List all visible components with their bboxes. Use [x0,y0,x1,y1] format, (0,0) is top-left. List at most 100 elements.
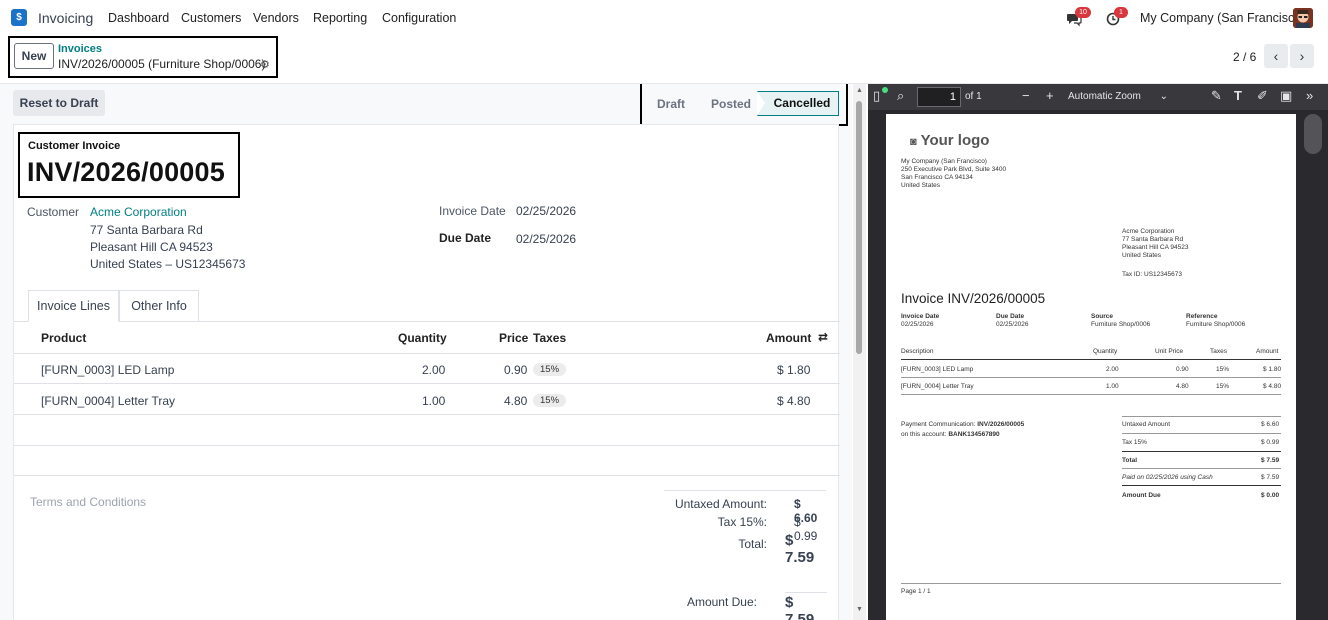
col-amount[interactable]: Amount [766,331,811,345]
stage-cancelled[interactable]: Cancelled [757,91,839,116]
table-row[interactable]: [FURN_0004] Letter Tray 1.00 4.80 15% $ … [14,385,840,415]
table-row-empty[interactable] [14,446,840,476]
line-amount: $ 4.80 [777,394,811,408]
pdf-company-line: 250 Executive Park Blvd, Suite 3400 [901,166,1007,173]
pdf-table-rule [901,359,1281,360]
line-price[interactable]: 4.80 [504,394,527,408]
pdf-summary-value: $ 7.59 [1261,474,1280,481]
form-sheet: Customer Invoice INV/2026/00005 Customer… [13,124,840,620]
status-highlight-box: Draft Posted Cancelled [640,84,848,126]
pdf-toolbar: ▯ ⌕ of 1 − + Automatic Zoom ⌄ ✎ T ✐ ▣ » [868,84,1328,110]
form-scrollbar-thumb[interactable] [856,101,862,354]
pdf-summary-label: Paid on 02/25/2026 using Cash [1122,474,1213,481]
pager-next-button[interactable]: › [1290,44,1314,68]
control-panel: New Invoices INV/2026/00005 (Furniture S… [0,36,1328,84]
amount-due-label: Amount Due: [686,595,757,609]
pdf-payment-comm-value: INV/2026/00005 [977,421,1025,428]
breadcrumb-current-record: INV/2026/00005 (Furniture Shop/0006) [58,57,266,71]
gear-icon[interactable]: ⚙ [260,58,270,71]
menu-reporting[interactable]: Reporting [313,11,367,25]
form-tabs: Invoice Lines Other Info [14,290,840,322]
line-tax-badge[interactable]: 15% [533,394,567,407]
zoom-in-icon[interactable]: + [1046,89,1054,103]
pdf-footer-rule [901,583,1281,584]
col-product[interactable]: Product [41,331,86,345]
due-date-field[interactable]: 02/25/2026 [516,232,576,246]
activities-button[interactable]: 1 [1106,7,1130,28]
table-row-empty[interactable] [14,416,840,446]
pdf-summary-rule [1122,451,1281,452]
messages-button[interactable]: 10 [1066,7,1094,28]
breadcrumb-highlight-box: New Invoices INV/2026/00005 (Furniture S… [8,36,278,78]
image-icon[interactable]: ▣ [1280,89,1292,103]
table-row[interactable]: [FURN_0003] LED Lamp 2.00 0.90 15% $ 1.8… [14,354,840,384]
line-product[interactable]: [FURN_0004] Letter Tray [41,394,175,408]
line-tax-badge[interactable]: 15% [533,363,567,376]
pdf-info-value: 02/25/2026 [996,321,1029,328]
pager-value[interactable]: 2 / 6 [1233,50,1256,64]
col-price[interactable]: Price [499,331,528,345]
line-product[interactable]: [FURN_0003] LED Lamp [41,363,174,377]
col-quantity[interactable]: Quantity [398,331,447,345]
col-taxes[interactable]: Taxes [533,331,566,345]
menu-dashboard[interactable]: Dashboard [108,11,169,25]
pdf-scrollbar[interactable] [1298,110,1328,620]
chevron-left-icon: ‹ [1273,48,1279,64]
pdf-info-value: Furniture Shop/0006 [1091,321,1151,328]
stage-posted[interactable]: Posted [711,92,751,117]
menu-configuration[interactable]: Configuration [382,11,456,25]
line-quantity[interactable]: 1.00 [422,394,445,408]
form-scrollbar[interactable]: ▲ ▼ [853,84,866,620]
zoom-select[interactable]: Automatic Zoom ⌄ [1064,87,1172,107]
menu-vendors[interactable]: Vendors [253,11,299,25]
menu-customers[interactable]: Customers [181,11,241,25]
amount-due-divider [785,592,827,593]
text-tool-icon[interactable]: T [1234,89,1242,103]
pdf-summary-value: $ 7.59 [1261,457,1280,464]
more-tools-icon[interactable]: » [1306,89,1313,103]
line-quantity[interactable]: 2.00 [422,363,445,377]
pdf-page-number-input[interactable] [917,87,961,107]
total-label: Total: [738,537,767,551]
pdf-account-value: BANK134567890 [948,431,1000,438]
reset-to-draft-button[interactable]: Reset to Draft [13,90,105,116]
pager-previous-button[interactable]: ‹ [1264,44,1288,68]
app-name[interactable]: Invoicing [38,10,93,26]
pdf-customer-line: 77 Santa Barbara Rd [1122,236,1184,243]
lines-table-header: Product Quantity Price Taxes Amount ⇄ [14,322,840,354]
invoice-date-field[interactable]: 02/25/2026 [516,204,576,218]
scroll-up-icon[interactable]: ▲ [856,87,863,94]
zoom-out-icon[interactable]: − [1022,89,1030,103]
invoice-date-label: Invoice Date [439,204,506,218]
column-settings-icon[interactable]: ⇄ [818,330,828,344]
pdf-scrollbar-thumb[interactable] [1304,114,1322,154]
search-icon[interactable]: ⌕ [897,89,904,103]
amount-due: $ 7.59 [785,594,815,620]
company-switcher[interactable]: My Company (San Francisco) [1140,11,1305,25]
invoice-number: INV/2026/00005 [27,157,225,187]
total-amount: $ 7.59 [785,532,815,566]
terms-and-conditions-field[interactable]: Terms and Conditions [30,495,146,509]
breadcrumb-invoices-link[interactable]: Invoices [58,43,102,55]
stage-draft[interactable]: Draft [657,92,685,117]
highlight-icon[interactable]: ✎ [1211,89,1222,103]
due-date-label: Due Date [439,231,492,245]
sidebar-toggle-icon[interactable]: ▯ [873,89,880,103]
pdf-row-price: 4.80 [1176,383,1189,390]
user-avatar[interactable] [1293,8,1313,28]
tab-invoice-lines[interactable]: Invoice Lines [28,290,119,322]
tab-other-info[interactable]: Other Info [119,290,199,322]
pdf-logo-text: Your logo [920,132,990,149]
pdf-invoice-title: Invoice INV/2026/00005 [901,291,1046,306]
pdf-row-description: [FURN_0004] Letter Tray [901,383,974,390]
customer-link[interactable]: Acme Corporation [90,205,187,219]
pdf-summary-rule [1122,416,1281,417]
line-price[interactable]: 0.90 [504,363,527,377]
new-button[interactable]: New [14,43,54,69]
pdf-row-rule [901,377,1281,378]
scroll-down-icon[interactable]: ▼ [856,606,863,613]
pdf-page-count: of 1 [965,91,982,102]
draw-icon[interactable]: ✐ [1257,89,1268,103]
invoicing-app-icon[interactable]: $ [11,9,27,26]
pdf-logo: ◙ Your logo [910,132,989,149]
